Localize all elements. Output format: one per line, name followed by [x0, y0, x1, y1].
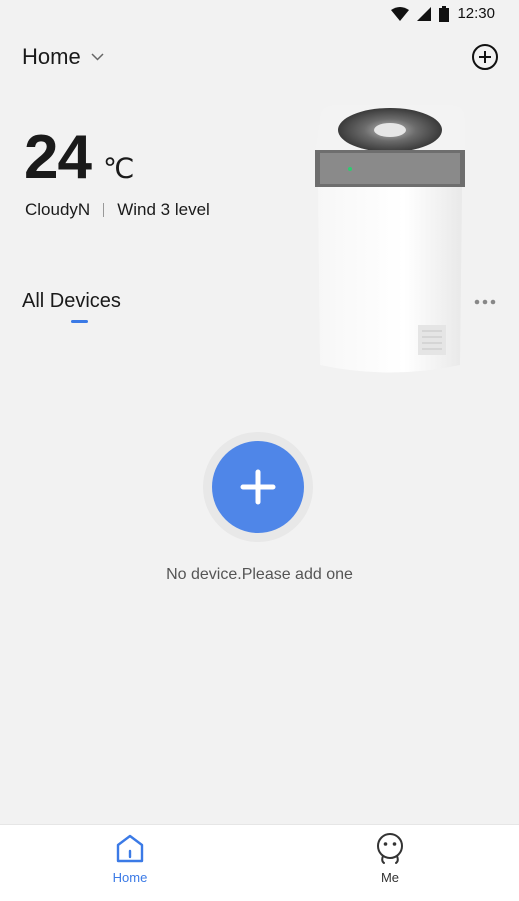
temperature-unit: ℃ [102, 153, 135, 184]
tab-home-label: Home [112, 870, 148, 885]
temperature-value: 24 [24, 123, 92, 192]
home-title: Home [22, 44, 81, 69]
plus-icon [240, 469, 276, 505]
temperature-display: 24 ℃ [24, 120, 134, 196]
profile-face-icon [377, 833, 403, 864]
wind-level: Wind 3 level [117, 200, 210, 219]
home-selector[interactable]: Home [22, 44, 104, 70]
air-purifier-image [315, 105, 465, 373]
weather-info: CloudyN Wind 3 level [25, 200, 210, 220]
more-options-icon[interactable] [473, 296, 497, 308]
weather-divider [103, 203, 105, 217]
tab-home[interactable]: Home [70, 825, 190, 901]
home-icon [116, 834, 144, 863]
wifi-icon [391, 6, 410, 21]
tab-indicator [71, 320, 88, 323]
chevron-down-icon [91, 53, 104, 61]
add-device-icon[interactable] [471, 43, 499, 71]
bottom-tab-bar: Home Me [0, 824, 519, 901]
status-bar: 12:30 [0, 0, 519, 30]
empty-state-message: No device.Please add one [166, 566, 353, 583]
all-devices-title[interactable]: All Devices [22, 290, 121, 313]
status-icons: 12:30 [391, 5, 495, 22]
cellular-signal-icon [417, 6, 432, 21]
tab-me-label: Me [380, 870, 400, 885]
tab-me[interactable]: Me [330, 825, 450, 901]
battery-icon [439, 5, 450, 22]
add-device-button[interactable] [212, 441, 304, 533]
weather-condition: CloudyN [25, 200, 91, 219]
status-time: 12:30 [457, 5, 495, 22]
